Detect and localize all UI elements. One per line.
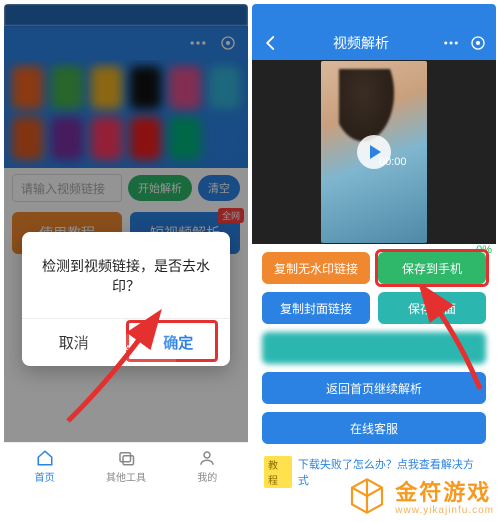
page-title: 视频解析 [280, 33, 442, 53]
phone-right: 视频解析 00:00 0% 复制无水印链接 保存到手机 [252, 4, 496, 490]
recommend-button[interactable]: 推荐给朋友 [76, 334, 176, 366]
nav-mine-label: 我的 [197, 469, 217, 484]
more-icon[interactable] [442, 34, 460, 52]
nav-mine[interactable]: 我的 [167, 443, 248, 490]
watermark-url: www.yikajinfu.com [395, 505, 494, 516]
dialog-message: 检测到视频链接，是否去水印？ [22, 232, 230, 318]
back-home-button[interactable]: 返回首页继续解析 [262, 372, 486, 404]
home-icon [36, 449, 54, 467]
tools-icon [117, 449, 135, 467]
user-icon [198, 449, 216, 467]
save-to-phone-label: 保存到手机 [402, 260, 462, 277]
page-header: 视频解析 [252, 26, 496, 60]
back-icon[interactable] [262, 34, 280, 52]
stage: 请输入视频链接 开始解析 清空 使用教程 短视频解析 全网 检测到视频链接，是否… [0, 0, 500, 522]
save-to-phone-button[interactable]: 保存到手机 [378, 252, 486, 284]
action-buttons: 复制无水印链接 保存到手机 复制封面链接 保存封面 返回首页继续解析 在线客服 [252, 244, 496, 452]
nav-home-label: 首页 [35, 469, 55, 484]
copy-cover-button[interactable]: 复制封面链接 [262, 292, 370, 324]
watermark: 金符游戏 www.yikajinfu.com [347, 475, 494, 516]
modal-backdrop [4, 4, 248, 450]
phone-left: 请输入视频链接 开始解析 清空 使用教程 短视频解析 全网 检测到视频链接，是否… [4, 4, 248, 490]
copy-nowatermark-button[interactable]: 复制无水印链接 [262, 252, 370, 284]
watermark-brand: 金符游戏 [395, 475, 494, 507]
close-miniapp-icon[interactable] [470, 35, 486, 51]
phones: 请输入视频链接 开始解析 清空 使用教程 短视频解析 全网 检测到视频链接，是否… [4, 4, 496, 490]
video-preview[interactable]: 00:00 [252, 60, 496, 244]
save-cover-button[interactable]: 保存封面 [378, 292, 486, 324]
nav-tools-label: 其他工具 [106, 469, 146, 484]
video-time: 00:00 [379, 156, 407, 168]
nav-tools[interactable]: 其他工具 [85, 443, 166, 490]
blurred-button[interactable] [262, 332, 486, 364]
cube-icon [347, 476, 387, 516]
nav-home[interactable]: 首页 [4, 443, 85, 490]
customer-service-button[interactable]: 在线客服 [262, 412, 486, 444]
help-tag: 教程 [264, 456, 292, 488]
bottom-nav: 首页 其他工具 我的 [4, 442, 248, 490]
status-bar [252, 4, 496, 26]
